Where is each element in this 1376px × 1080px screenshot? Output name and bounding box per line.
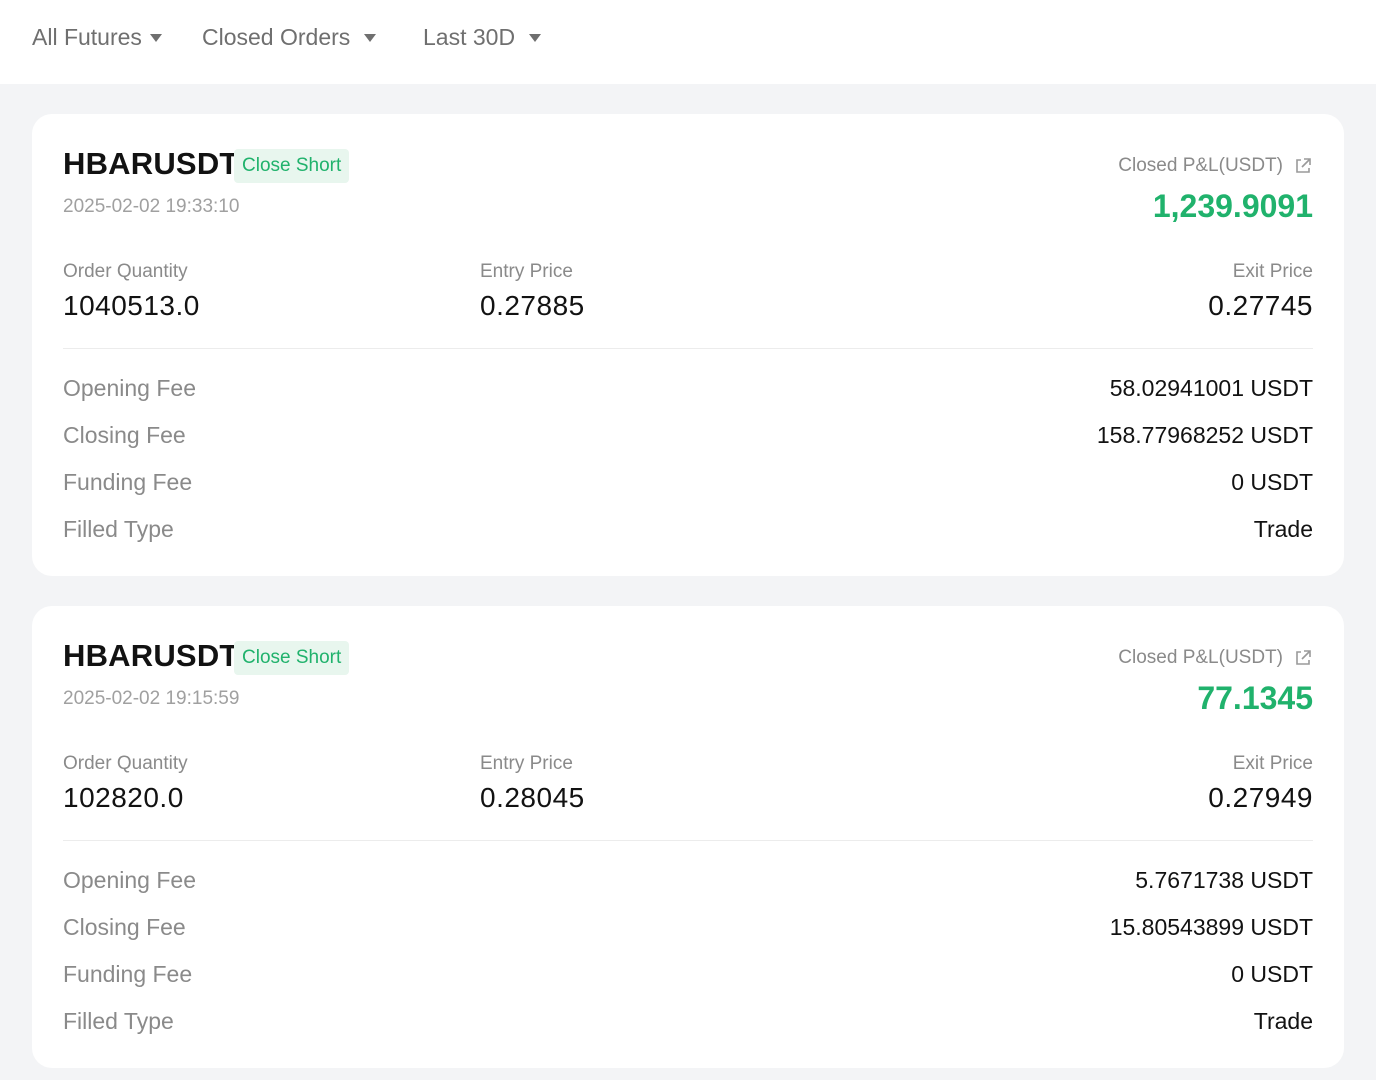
filter-bar: All Futures Closed Orders Last 30D <box>0 0 1376 84</box>
filled-type-label: Filled Type <box>63 1007 174 1034</box>
funding-fee-value: 0 USDT <box>1231 960 1313 987</box>
entry-price-label: Entry Price <box>480 753 573 774</box>
closing-fee-label: Closing Fee <box>63 913 186 940</box>
opening-fee-label: Opening Fee <box>63 374 196 401</box>
entry-price-label: Entry Price <box>480 261 573 282</box>
entry-price-value: 0.28045 <box>480 782 585 813</box>
entry-price-value: 0.27885 <box>480 290 585 321</box>
opening-fee-row: Opening Fee 58.02941001 USDT <box>63 373 1313 403</box>
external-link-icon[interactable] <box>1293 648 1313 668</box>
order-quantity-label: Order Quantity <box>63 753 188 774</box>
market-filter-label: All Futures <box>32 23 142 50</box>
divider <box>63 348 1313 349</box>
divider <box>63 840 1313 841</box>
period-filter-dropdown[interactable]: Last 30D <box>423 0 542 74</box>
order-symbol: HBARUSDT <box>63 146 239 181</box>
opening-fee-label: Opening Fee <box>63 866 196 893</box>
exit-price-label: Exit Price <box>1232 261 1313 282</box>
exit-price-value: 0.27949 <box>1208 782 1313 813</box>
funding-fee-label: Funding Fee <box>63 960 193 987</box>
closed-pnl-label: Closed P&L(USDT) <box>1118 647 1283 668</box>
period-filter-label: Last 30D <box>423 23 516 50</box>
filled-type-label: Filled Type <box>63 515 174 542</box>
exit-price-label: Exit Price <box>1232 753 1313 774</box>
caret-down-icon <box>364 34 377 42</box>
external-link-icon[interactable] <box>1293 156 1313 176</box>
opening-fee-value: 58.02941001 USDT <box>1109 374 1313 401</box>
closed-pnl-label: Closed P&L(USDT) <box>1118 155 1283 176</box>
filled-type-value: Trade <box>1253 515 1313 542</box>
closing-fee-row: Closing Fee 15.80543899 USDT <box>63 912 1313 942</box>
closed-order-card[interactable]: HBARUSDT Close Short 2025-02-02 19:33:10… <box>32 114 1344 576</box>
closed-pnl-link[interactable]: Closed P&L(USDT) <box>1118 647 1313 669</box>
caret-down-icon <box>529 34 542 42</box>
closing-fee-label: Closing Fee <box>63 421 186 448</box>
closing-fee-value: 15.80543899 USDT <box>1109 913 1313 940</box>
order-symbol: HBARUSDT <box>63 638 239 673</box>
order-quantity-label: Order Quantity <box>63 261 188 282</box>
closed-order-card[interactable]: HBARUSDT Close Short 2025-02-02 19:15:59… <box>32 606 1344 1068</box>
funding-fee-row: Funding Fee 0 USDT <box>63 959 1313 989</box>
order-type-filter-label: Closed Orders <box>202 23 351 50</box>
order-type-filter-dropdown[interactable]: Closed Orders <box>202 0 377 74</box>
order-timestamp: 2025-02-02 19:33:10 <box>63 196 240 217</box>
closing-fee-row: Closing Fee 158.77968252 USDT <box>63 420 1313 450</box>
opening-fee-row: Opening Fee 5.7671738 USDT <box>63 865 1313 895</box>
order-quantity-value: 102820.0 <box>63 782 184 813</box>
market-filter-dropdown[interactable]: All Futures <box>32 0 162 74</box>
order-side-badge: Close Short <box>234 641 350 675</box>
order-side-badge: Close Short <box>234 149 350 183</box>
funding-fee-label: Funding Fee <box>63 468 193 495</box>
funding-fee-row: Funding Fee 0 USDT <box>63 467 1313 497</box>
filled-type-row: Filled Type Trade <box>63 514 1313 544</box>
order-quantity-value: 1040513.0 <box>63 290 200 321</box>
opening-fee-value: 5.7671738 USDT <box>1135 866 1313 893</box>
closed-pnl-link[interactable]: Closed P&L(USDT) <box>1118 155 1313 177</box>
filled-type-value: Trade <box>1253 1007 1313 1034</box>
closed-pnl-value: 1,239.9091 <box>1152 188 1313 224</box>
order-timestamp: 2025-02-02 19:15:59 <box>63 688 240 709</box>
exit-price-value: 0.27745 <box>1208 290 1313 321</box>
closed-pnl-value: 77.1345 <box>1197 680 1313 716</box>
closing-fee-value: 158.77968252 USDT <box>1096 421 1313 448</box>
funding-fee-value: 0 USDT <box>1231 468 1313 495</box>
filled-type-row: Filled Type Trade <box>63 1006 1313 1036</box>
caret-down-icon <box>149 34 162 42</box>
